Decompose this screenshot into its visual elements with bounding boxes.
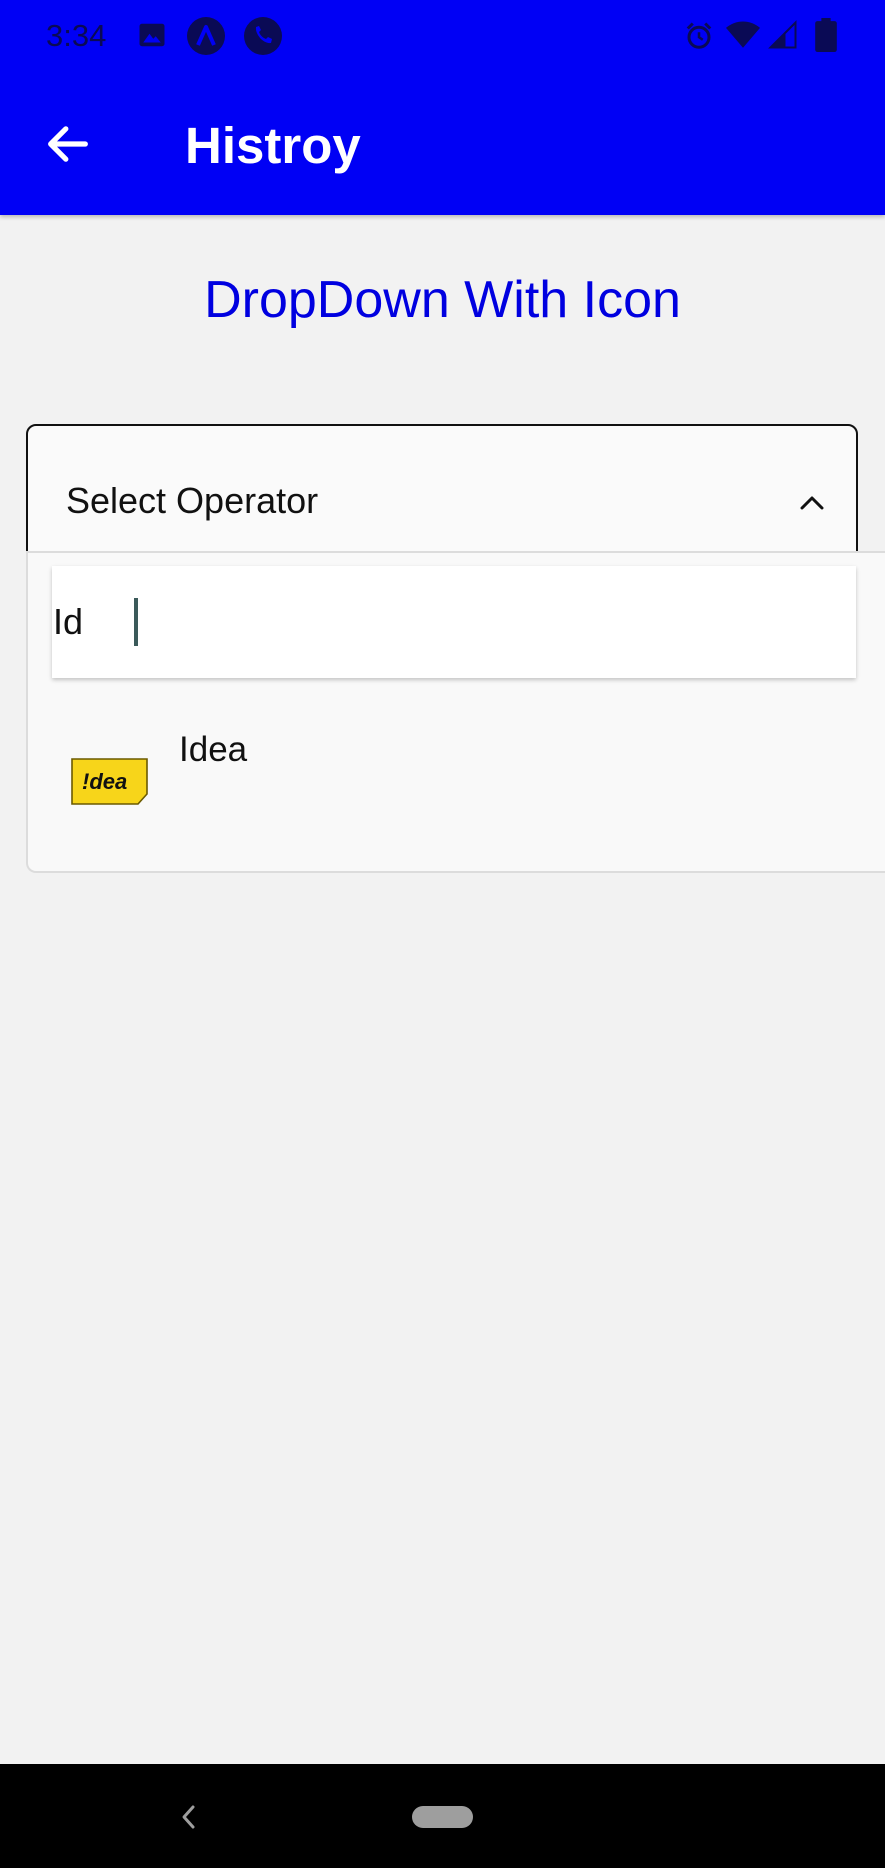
status-time: 3:34 xyxy=(46,18,107,53)
page-heading: DropDown With Icon xyxy=(204,271,681,329)
nav-back-icon[interactable] xyxy=(178,1802,200,1832)
app-bar: 3:34 Histroy xyxy=(0,0,885,215)
dropdown-search-box[interactable] xyxy=(52,566,856,678)
nav-home-pill[interactable] xyxy=(412,1806,473,1828)
signal-icon xyxy=(768,20,797,49)
image-icon xyxy=(139,23,165,47)
back-arrow-icon[interactable] xyxy=(42,118,94,170)
option-label: Idea xyxy=(179,730,248,769)
chevron-up-icon[interactable] xyxy=(796,490,828,514)
dropdown-option-idea[interactable]: !dea Idea xyxy=(28,696,883,846)
wifi-icon xyxy=(726,21,760,48)
dropdown-label[interactable]: Select Operator xyxy=(66,480,318,522)
idea-logo-icon: !dea xyxy=(71,758,148,805)
status-bar: 3:34 xyxy=(0,0,885,75)
app-a-icon xyxy=(187,17,225,55)
toolbar-title: Histroy xyxy=(185,117,361,174)
dropdown-search-input[interactable] xyxy=(52,566,856,678)
idea-logo-text: !dea xyxy=(82,769,127,794)
phone-icon xyxy=(244,17,282,55)
battery-icon xyxy=(815,18,837,52)
alarm-icon xyxy=(686,22,712,49)
text-cursor xyxy=(134,598,138,646)
